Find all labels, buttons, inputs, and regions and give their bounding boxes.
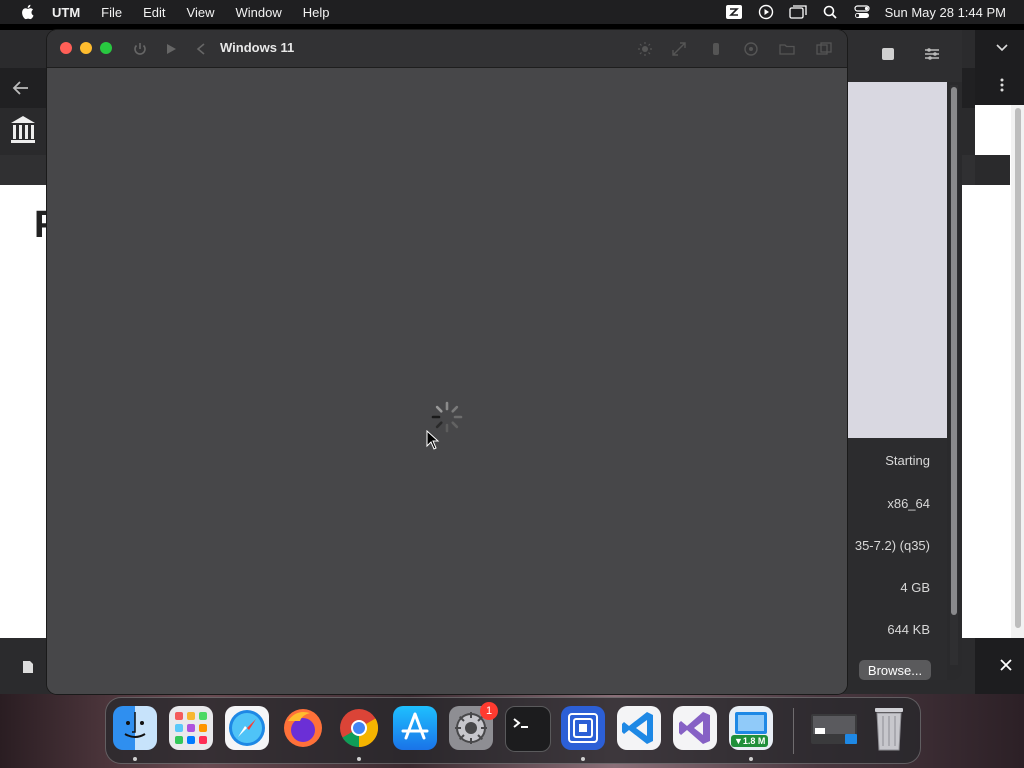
details-scrollbar[interactable] <box>950 85 958 665</box>
dock-trash[interactable] <box>867 706 911 751</box>
dock: 1 ▼1.8 M <box>105 697 921 764</box>
trash-icon <box>875 708 903 751</box>
utm-library-window[interactable]: Starting x86_64 35-7.2) (q35) 4 GB 644 K… <box>828 30 962 680</box>
chevron-down-icon[interactable] <box>996 44 1008 52</box>
zoom-window-button[interactable] <box>100 42 112 54</box>
library-logo-icon[interactable] <box>9 114 37 144</box>
firefox-icon <box>284 709 322 747</box>
visual-studio-icon <box>679 712 710 744</box>
folder-share-icon[interactable] <box>779 41 795 57</box>
network-speed-label: ▼1.8 M <box>731 735 769 747</box>
settings-sliders-icon[interactable] <box>924 46 940 62</box>
play-circle-icon[interactable] <box>757 4 775 20</box>
vm-preview <box>848 82 947 438</box>
dock-launchpad[interactable] <box>169 706 213 750</box>
menu-app-name[interactable]: UTM <box>52 5 80 20</box>
stop-icon[interactable] <box>880 46 896 62</box>
dock-terminal[interactable] <box>505 706 551 752</box>
folder-stack-icon <box>811 714 857 744</box>
vm-window-title: Windows 11 <box>220 40 295 55</box>
vm-architecture-value: x86_64 <box>887 496 930 511</box>
vm-memory-value: 4 GB <box>900 580 930 595</box>
minimize-window-button[interactable] <box>80 42 92 54</box>
vm-machine-value: 35-7.2) (q35) <box>854 538 930 553</box>
vm-details-panel <box>848 438 947 680</box>
windows-icon[interactable] <box>816 41 832 57</box>
play-icon[interactable] <box>163 41 179 57</box>
chrome-icon <box>340 709 379 748</box>
dock-visual-studio[interactable] <box>673 706 717 750</box>
menu-bar-status-area: Sun May 28 1:44 PM <box>711 0 1006 24</box>
dock-vscode[interactable] <box>617 706 661 750</box>
terminal-icon <box>513 718 528 728</box>
mouse-cursor-icon <box>426 430 440 450</box>
dock-screenshot-folder[interactable] <box>807 706 861 750</box>
close-window-button[interactable] <box>60 42 72 54</box>
network-monitor-running-indicator <box>749 757 753 761</box>
dock-app-store[interactable] <box>393 706 437 750</box>
drive-icon[interactable] <box>743 41 759 57</box>
menu-bar: UTM File Edit View Window Help Sun May 2… <box>0 0 1024 24</box>
system-settings-badge: 1 <box>480 702 498 720</box>
dock-firefox[interactable] <box>281 706 325 750</box>
utm-running-indicator <box>581 757 585 761</box>
vm-titlebar: Windows 11 <box>47 30 847 68</box>
apple-logo-icon[interactable] <box>20 4 34 20</box>
dock-chrome[interactable] <box>337 706 381 750</box>
vm-size-value: 644 KB <box>887 622 930 637</box>
vm-screen[interactable] <box>47 68 847 694</box>
dock-safari[interactable] <box>225 706 269 750</box>
finder-icon <box>124 712 146 738</box>
vm-display-window[interactable]: Windows 11 <box>47 30 847 694</box>
back-icon[interactable] <box>193 41 209 57</box>
back-arrow-icon[interactable] <box>12 80 30 96</box>
safari-icon <box>229 710 265 746</box>
file-icon[interactable] <box>22 660 34 674</box>
dock-utm[interactable] <box>561 706 605 750</box>
resize-icon[interactable] <box>671 41 687 57</box>
menu-view[interactable]: View <box>187 5 215 20</box>
control-center-icon[interactable] <box>853 4 871 20</box>
utm-toolbar <box>828 30 962 82</box>
loading-spinner-icon <box>431 401 463 433</box>
menu-file[interactable]: File <box>101 5 122 20</box>
dock-finder[interactable] <box>113 706 157 750</box>
utm-icon <box>568 713 598 743</box>
screen-mirror-icon[interactable] <box>725 4 743 20</box>
background-browser-right-edge <box>975 30 1024 694</box>
brightness-icon[interactable] <box>637 41 653 57</box>
power-icon[interactable] <box>132 41 148 57</box>
browse-button[interactable]: Browse... <box>859 660 931 680</box>
menu-window[interactable]: Window <box>235 5 281 20</box>
app-store-icon <box>401 712 429 740</box>
finder-running-indicator <box>133 757 137 761</box>
chrome-running-indicator <box>357 757 361 761</box>
launchpad-icon <box>175 712 207 744</box>
menu-bar-clock[interactable]: Sun May 28 1:44 PM <box>885 5 1006 20</box>
dock-divider <box>793 708 794 754</box>
vscode-icon <box>622 712 653 744</box>
browser-scrollbar[interactable] <box>1015 108 1021 628</box>
close-icon[interactable] <box>1000 659 1012 671</box>
more-menu-icon[interactable] <box>1000 78 1004 92</box>
menu-help[interactable]: Help <box>303 5 330 20</box>
vm-status-value: Starting <box>885 453 930 468</box>
menu-edit[interactable]: Edit <box>143 5 165 20</box>
usb-icon[interactable] <box>708 41 724 57</box>
search-icon[interactable] <box>821 4 839 20</box>
window-icon[interactable] <box>788 4 807 20</box>
